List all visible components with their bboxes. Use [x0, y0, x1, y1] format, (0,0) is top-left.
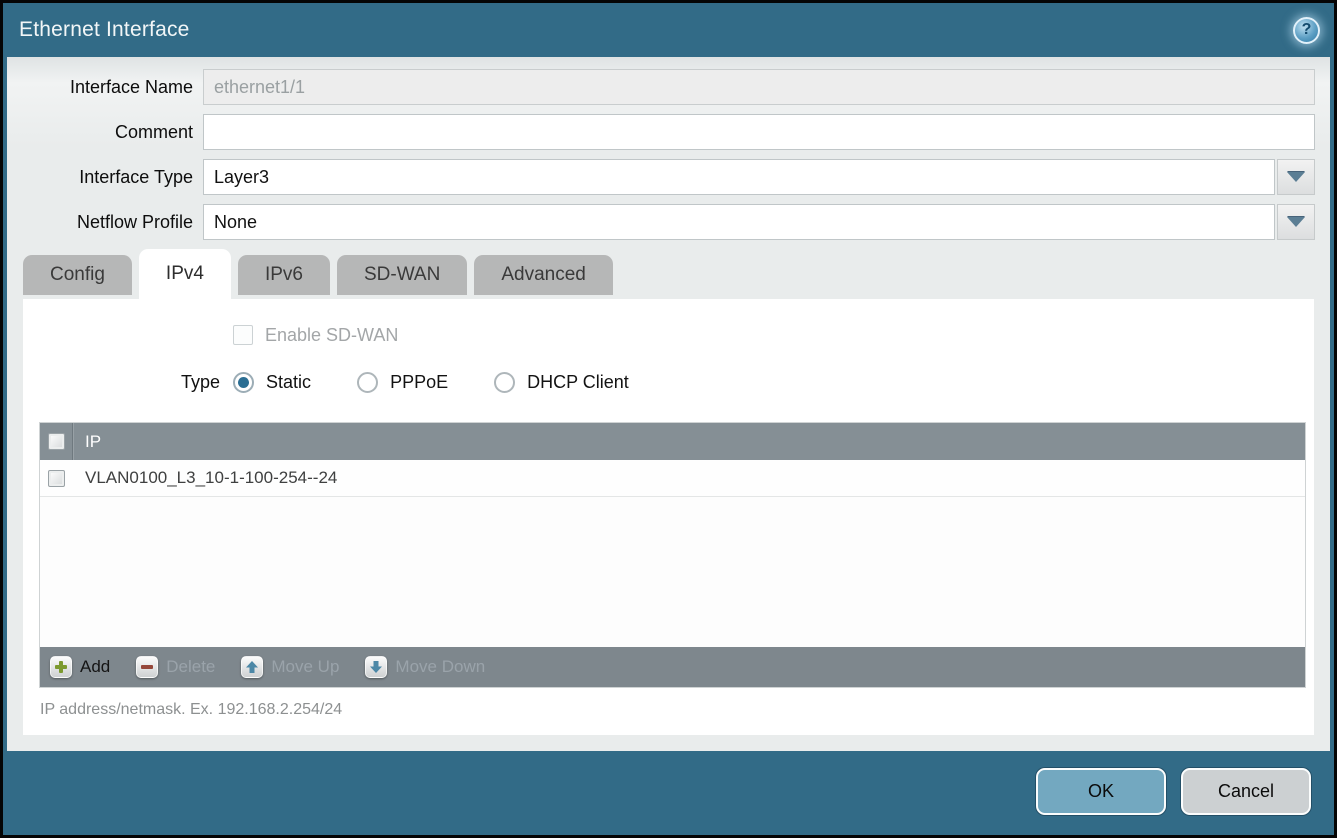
ip-help-text: IP address/netmask. Ex. 192.168.2.254/24	[40, 701, 1314, 719]
arrow-up-icon	[241, 656, 263, 678]
table-empty-area	[40, 497, 1305, 647]
ip-table-header: IP	[40, 423, 1305, 460]
arrow-down-icon	[365, 656, 387, 678]
table-toolbar: Add Delete Move Up	[40, 647, 1305, 687]
plus-icon	[50, 656, 72, 678]
ok-button[interactable]: OK	[1036, 768, 1166, 815]
dialog-titlebar: Ethernet Interface ?	[3, 3, 1334, 57]
tab-ipv4[interactable]: IPv4	[139, 249, 231, 299]
enable-sdwan-checkbox	[233, 325, 253, 345]
interface-type-row: Interface Type Layer3	[7, 159, 1330, 195]
cancel-button[interactable]: Cancel	[1181, 768, 1311, 815]
delete-button-label: Delete	[166, 657, 215, 677]
chevron-down-icon	[1287, 217, 1305, 227]
radio-pppoe[interactable]: PPPoE	[357, 372, 448, 393]
row-checkbox-cell	[40, 460, 73, 496]
radio-dhcp-client-label[interactable]: DHCP Client	[527, 372, 629, 393]
dialog-body: Interface Name ethernet1/1 Comment Inter…	[7, 57, 1330, 751]
interface-type-dropdown-button[interactable]	[1277, 159, 1315, 195]
enable-sdwan-label: Enable SD-WAN	[265, 325, 398, 346]
comment-row: Comment	[7, 114, 1330, 150]
netflow-profile-dropdown-button[interactable]	[1277, 204, 1315, 240]
interface-name-label: Interface Name	[7, 77, 203, 98]
move-up-button: Move Up	[241, 656, 339, 678]
comment-field[interactable]	[203, 114, 1315, 150]
row-ip-value: VLAN0100_L3_10-1-100-254--24	[73, 468, 337, 488]
add-button-label: Add	[80, 657, 110, 677]
ethernet-interface-dialog: Ethernet Interface ? Interface Name ethe…	[0, 0, 1337, 838]
radio-static[interactable]: Static	[233, 372, 311, 393]
select-all-checkbox[interactable]	[48, 433, 65, 450]
move-down-button: Move Down	[365, 656, 485, 678]
header-checkbox-cell	[40, 423, 73, 460]
interface-name-row: Interface Name ethernet1/1	[7, 69, 1330, 105]
ip-table: IP VLAN0100_L3_10-1-100-254--24 Add	[39, 422, 1306, 688]
move-up-button-label: Move Up	[271, 657, 339, 677]
radio-pppoe-label[interactable]: PPPoE	[390, 372, 448, 393]
tab-config[interactable]: Config	[23, 255, 132, 295]
interface-type-label: Interface Type	[7, 167, 203, 188]
help-icon[interactable]: ?	[1293, 17, 1320, 44]
tab-sdwan[interactable]: SD-WAN	[337, 255, 467, 295]
netflow-profile-value: None	[203, 204, 1275, 240]
comment-label: Comment	[7, 122, 203, 143]
netflow-profile-dropdown[interactable]: None	[203, 204, 1315, 240]
type-row: Type Static PPPoE DHCP Client	[181, 370, 1314, 394]
add-button[interactable]: Add	[50, 656, 110, 678]
move-down-button-label: Move Down	[395, 657, 485, 677]
tab-advanced[interactable]: Advanced	[474, 255, 613, 295]
radio-static-button[interactable]	[233, 372, 254, 393]
ip-column-header: IP	[73, 432, 101, 452]
interface-type-value: Layer3	[203, 159, 1275, 195]
tab-bar: Config IPv4 IPv6 SD-WAN Advanced	[23, 249, 1330, 299]
netflow-profile-label: Netflow Profile	[7, 212, 203, 233]
tab-ipv6[interactable]: IPv6	[238, 255, 330, 295]
dialog-title: Ethernet Interface	[19, 18, 190, 42]
row-checkbox[interactable]	[48, 470, 65, 487]
radio-static-label[interactable]: Static	[266, 372, 311, 393]
type-label: Type	[181, 372, 220, 393]
chevron-down-icon	[1287, 172, 1305, 182]
enable-sdwan-row: Enable SD-WAN	[233, 324, 1314, 346]
radio-dhcp-client[interactable]: DHCP Client	[494, 372, 629, 393]
form-rows: Interface Name ethernet1/1 Comment Inter…	[7, 57, 1330, 249]
radio-pppoe-button[interactable]	[357, 372, 378, 393]
interface-name-field: ethernet1/1	[203, 69, 1315, 105]
radio-dhcp-client-button[interactable]	[494, 372, 515, 393]
minus-icon	[136, 656, 158, 678]
netflow-profile-row: Netflow Profile None	[7, 204, 1330, 240]
interface-type-dropdown[interactable]: Layer3	[203, 159, 1315, 195]
ipv4-tab-panel: Enable SD-WAN Type Static PPPoE DHCP Cli…	[23, 299, 1314, 735]
delete-button: Delete	[136, 656, 215, 678]
dialog-footer: OK Cancel	[3, 751, 1334, 835]
table-row[interactable]: VLAN0100_L3_10-1-100-254--24	[40, 460, 1305, 497]
